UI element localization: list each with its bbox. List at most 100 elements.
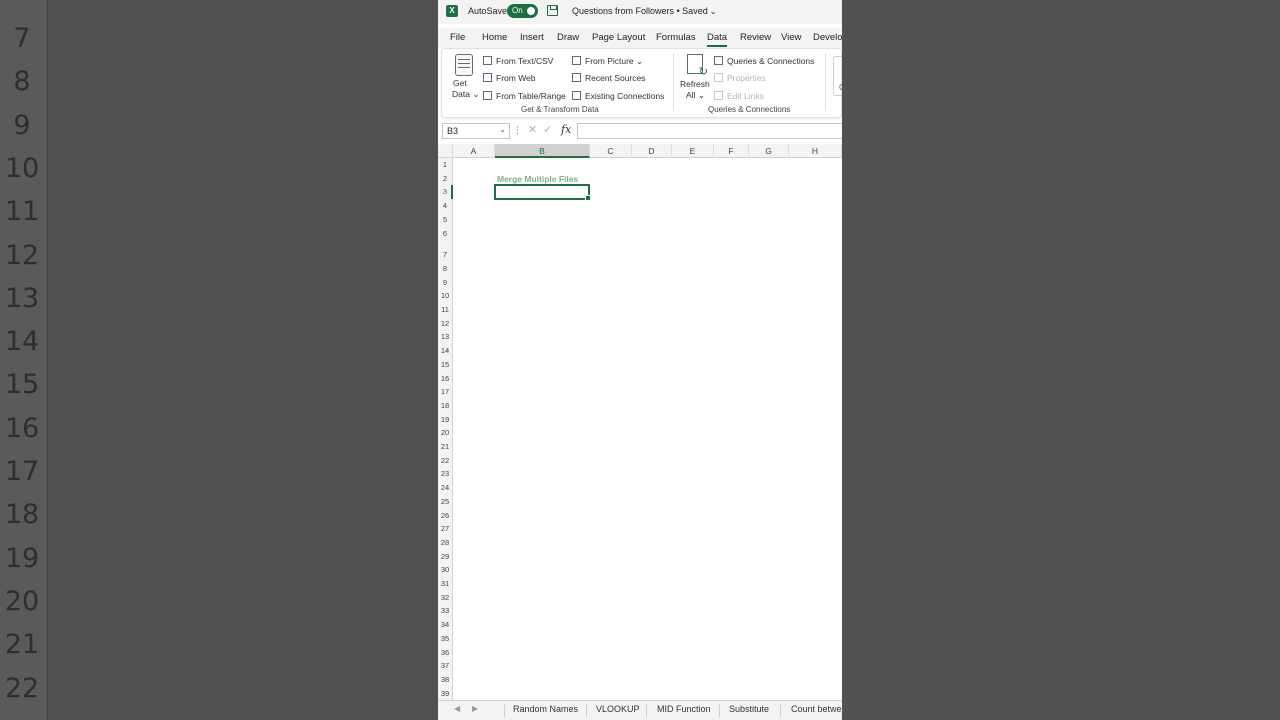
active-cell-b3[interactable] [494, 184, 591, 201]
row-header-2[interactable]: 2 [438, 172, 452, 186]
sheet-tab-substitute[interactable]: Substitute [729, 704, 769, 714]
row-header-3[interactable]: 3 [438, 185, 453, 199]
column-header-h[interactable]: H [789, 144, 842, 158]
row-header-16[interactable]: 16 [438, 372, 452, 386]
queries-connections-button[interactable]: Queries & Connections [714, 56, 814, 66]
row-header-4[interactable]: 4 [438, 199, 452, 213]
row-header-6[interactable]: 6 [438, 227, 452, 241]
chevron-down-icon: ⌄ [709, 7, 717, 16]
background-row-number: 8 [13, 66, 31, 98]
background-row-number: 17 [4, 456, 40, 487]
check-icon[interactable]: ✓ [543, 123, 552, 136]
existing-connections-button[interactable]: Existing Connections [572, 91, 664, 101]
row-header-35[interactable]: 35 [438, 632, 452, 646]
row-header-14[interactable]: 14 [438, 344, 452, 358]
background-row-number: 21 [4, 629, 40, 661]
sheet-tab-random-names[interactable]: Random Names [513, 704, 578, 714]
autosave-toggle[interactable]: On [507, 4, 538, 18]
edit-links-button[interactable]: Edit Links [714, 91, 764, 101]
row-header-25[interactable]: 25 [438, 495, 452, 509]
row-header-13[interactable]: 13 [438, 330, 452, 344]
tab-formulas[interactable]: Formulas [656, 32, 696, 43]
next-sheet-icon[interactable]: ▶ [472, 704, 478, 713]
edit-links-icon [714, 91, 723, 100]
from-web-label: From Web [496, 73, 536, 83]
autosave-state: On [512, 6, 523, 15]
row-header-1[interactable]: 1 [438, 158, 452, 172]
cell-b2-merge-multiple-files[interactable]: Merge Multiple Files [497, 174, 578, 184]
row-header-26[interactable]: 26 [438, 509, 452, 523]
tab-data[interactable]: Data [707, 32, 728, 47]
sheet-tab-count-between[interactable]: Count betwe [791, 704, 842, 714]
from-text-csv-button[interactable]: From Text/CSV [483, 56, 553, 66]
row-header-31[interactable]: 31 [438, 577, 452, 591]
from-picture-button[interactable]: From Picture ⌄ [572, 56, 643, 67]
prev-sheet-icon[interactable]: ◀ [454, 704, 460, 713]
row-header-36[interactable]: 36 [438, 646, 452, 660]
row-header-12[interactable]: 12 [438, 317, 452, 331]
row-header-7[interactable]: 7 [438, 248, 452, 262]
row-header-23[interactable]: 23 [438, 467, 452, 481]
get-data-label-1: Get [453, 78, 467, 88]
tab-draw[interactable]: Draw [557, 32, 579, 43]
cancel-icon[interactable]: ✕ [528, 123, 537, 136]
row-header-19[interactable]: 19 [438, 413, 452, 427]
row-header-8[interactable]: 8 [438, 262, 452, 276]
row-header-21[interactable]: 21 [438, 440, 452, 454]
row-header-17[interactable]: 17 [438, 385, 452, 399]
row-header-37[interactable]: 37 [438, 659, 452, 673]
row-header-38[interactable]: 38 [438, 673, 452, 687]
tab-insert[interactable]: Insert [520, 32, 544, 43]
cut-off-label: G [839, 83, 842, 92]
name-box[interactable]: B3 ⌄ [442, 123, 510, 139]
tab-file[interactable]: File [450, 32, 465, 43]
column-header-a[interactable]: A [453, 144, 495, 158]
column-header-e[interactable]: E [672, 144, 714, 158]
row-header-18[interactable]: 18 [438, 399, 452, 413]
column-header-f[interactable]: F [714, 144, 749, 158]
spreadsheet-grid[interactable]: A B C D E F G H 1 2 3 4 5 6 7 8 9 10 11 12 13 14 15 16 1… [438, 144, 842, 700]
row-header-29[interactable]: 29 [438, 550, 452, 564]
select-all-corner[interactable] [438, 144, 453, 158]
sheet-tab-mid-function[interactable]: MID Function [657, 704, 711, 714]
row-header-32[interactable]: 32 [438, 591, 452, 605]
row-header-9[interactable]: 9 [438, 276, 452, 290]
get-transform-group-label: Get & Transform Data [521, 105, 599, 114]
more-options-icon[interactable]: ⋮ [513, 125, 522, 136]
row-header-11[interactable]: 11 [438, 303, 452, 317]
row-header-20[interactable]: 20 [438, 426, 452, 440]
insert-function-icon[interactable]: fx [561, 123, 571, 136]
tab-page-layout[interactable]: Page Layout [592, 32, 645, 43]
column-header-c[interactable]: C [590, 144, 632, 158]
cut-off-group[interactable]: G [833, 56, 842, 96]
text-file-icon [483, 56, 492, 65]
column-header-g[interactable]: G [749, 144, 789, 158]
column-header-b[interactable]: B [495, 144, 590, 158]
formula-input[interactable] [577, 123, 842, 139]
tab-review[interactable]: Review [740, 32, 771, 43]
recent-sources-button[interactable]: Recent Sources [572, 73, 645, 83]
row-header-30[interactable]: 30 [438, 563, 452, 577]
sheet-tab-vlookup[interactable]: VLOOKUP [596, 704, 640, 714]
row-header-28[interactable]: 28 [438, 536, 452, 550]
tab-view[interactable]: View [781, 32, 801, 43]
row-header-15[interactable]: 15 [438, 358, 452, 372]
column-header-d[interactable]: D [632, 144, 672, 158]
row-header-5[interactable]: 5 [438, 213, 452, 227]
save-icon[interactable] [547, 5, 558, 16]
row-header-22[interactable]: 22 [438, 454, 452, 468]
tab-developer[interactable]: Develop [813, 32, 842, 43]
properties-button[interactable]: Properties [714, 73, 766, 83]
row-header-34[interactable]: 34 [438, 618, 452, 632]
from-web-button[interactable]: From Web [483, 73, 536, 83]
from-table-range-button[interactable]: From Table/Range [483, 91, 566, 101]
document-title[interactable]: Questions from Followers • Saved ⌄ [572, 6, 716, 16]
sheet-divider [719, 704, 720, 717]
row-header-27[interactable]: 27 [438, 522, 452, 536]
row-header-39[interactable]: 39 [438, 687, 452, 701]
from-text-csv-label: From Text/CSV [496, 56, 554, 66]
tab-home[interactable]: Home [482, 32, 507, 43]
row-header-33[interactable]: 33 [438, 604, 452, 618]
row-header-10[interactable]: 10 [438, 289, 452, 303]
row-header-24[interactable]: 24 [438, 481, 452, 495]
